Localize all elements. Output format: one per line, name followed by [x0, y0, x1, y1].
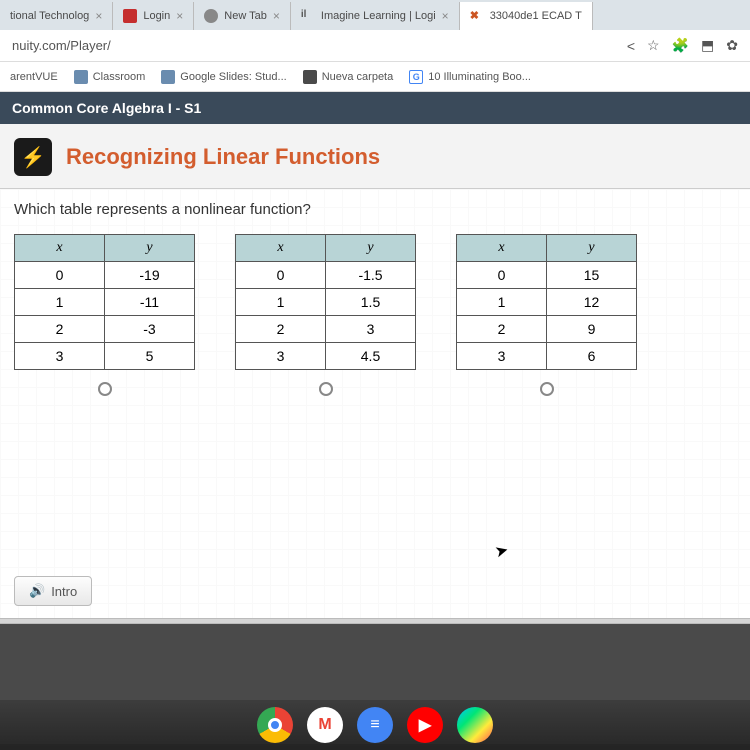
chrome-icon — [204, 9, 218, 23]
tab-label: New Tab — [224, 10, 267, 22]
imagine-icon: il — [301, 9, 315, 23]
col-x: x — [457, 235, 547, 262]
speaker-icon: 🔊 — [29, 583, 45, 599]
tab-imagine[interactable]: il Imagine Learning | Logi × — [291, 2, 460, 30]
lesson-icon[interactable]: ⚡ — [14, 138, 52, 176]
tab-label: tional Technolog — [10, 10, 89, 22]
youtube-app-icon[interactable]: ▶ — [407, 707, 443, 743]
tab-technolog[interactable]: tional Technolog × — [0, 2, 113, 30]
extension-icon[interactable]: ⬒ — [701, 37, 714, 54]
folder-icon — [303, 70, 317, 84]
table-3: xy 015 112 29 36 — [456, 234, 637, 370]
url-text[interactable]: nuity.com/Player/ — [12, 38, 111, 53]
close-icon[interactable]: × — [442, 9, 449, 23]
classroom-icon — [74, 70, 88, 84]
tab-label: Login — [143, 10, 170, 22]
edgenuity-icon: ✖ — [470, 9, 484, 23]
tab-login[interactable]: Login × — [113, 2, 194, 30]
tab-label: Imagine Learning | Logi — [321, 10, 436, 22]
tab-label: 33040de1 ECAD T — [490, 10, 582, 22]
table-1: xy 0-19 1-11 2-3 35 — [14, 234, 195, 370]
table-2: xy 0-1.5 11.5 23 34.5 — [235, 234, 416, 370]
radio-option-3[interactable] — [540, 382, 554, 396]
url-actions: < ☆ 🧩 ⬒ ✿ — [627, 37, 738, 54]
tab-new[interactable]: New Tab × — [194, 2, 291, 30]
google-icon: G — [409, 70, 423, 84]
radio-option-1[interactable] — [98, 382, 112, 396]
close-icon[interactable]: × — [273, 9, 280, 23]
star-icon[interactable]: ☆ — [647, 37, 660, 54]
course-title: Common Core Algebra I - S1 — [12, 100, 201, 116]
puzzle-icon[interactable]: 🧩 — [672, 37, 689, 54]
intro-label: Intro — [51, 584, 77, 599]
bookmark-label: 10 Illuminating Boo... — [428, 71, 531, 83]
intro-button[interactable]: 🔊 Intro — [14, 576, 92, 606]
url-bar: nuity.com/Player/ < ☆ 🧩 ⬒ ✿ — [0, 30, 750, 62]
extension-icon-2[interactable]: ✿ — [726, 37, 738, 54]
question-panel: Which table represents a nonlinear funct… — [0, 188, 750, 618]
col-y: y — [105, 235, 195, 262]
col-x: x — [236, 235, 326, 262]
lesson-header: ⚡ Try It Recognizing Linear Functions — [0, 138, 750, 188]
tab-active[interactable]: ✖ 33040de1 ECAD T — [460, 2, 593, 30]
bookmark-label: Google Slides: Stud... — [180, 71, 286, 83]
tab-strip: tional Technolog × Login × New Tab × il … — [0, 0, 750, 30]
content-area: ⚡ Try It Recognizing Linear Functions Wh… — [0, 124, 750, 624]
bolt-icon: ⚡ — [21, 145, 46, 170]
question-prompt: Which table represents a nonlinear funct… — [14, 201, 736, 218]
option-3: xy 015 112 29 36 — [456, 234, 637, 401]
bookmark-classroom[interactable]: Classroom — [74, 70, 146, 84]
bookmark-parentvue[interactable]: arentVUE — [10, 71, 58, 83]
play-app-icon[interactable] — [457, 707, 493, 743]
answer-options: xy 0-19 1-11 2-3 35 xy 0-1.5 11.5 23 34.… — [14, 234, 736, 401]
site-icon — [123, 9, 137, 23]
radio-option-2[interactable] — [319, 382, 333, 396]
bookmark-label: arentVUE — [10, 71, 58, 83]
bookmark-folder[interactable]: Nueva carpeta — [303, 70, 394, 84]
col-y: y — [547, 235, 637, 262]
bookmark-slides[interactable]: Google Slides: Stud... — [161, 70, 286, 84]
chrome-app-icon[interactable] — [257, 707, 293, 743]
gmail-app-icon[interactable]: M — [307, 707, 343, 743]
option-2: xy 0-1.5 11.5 23 34.5 — [235, 234, 416, 401]
close-icon[interactable]: × — [176, 9, 183, 23]
bookmark-label: Nueva carpeta — [322, 71, 394, 83]
col-y: y — [326, 235, 416, 262]
bookmark-illuminating[interactable]: G 10 Illuminating Boo... — [409, 70, 531, 84]
chrome-os-shelf: M ≡ ▶ — [0, 700, 750, 750]
slides-icon — [161, 70, 175, 84]
close-icon[interactable]: × — [95, 9, 102, 23]
share-icon[interactable]: < — [627, 38, 635, 54]
bookmarks-bar: arentVUE Classroom Google Slides: Stud..… — [0, 62, 750, 92]
course-header: Common Core Algebra I - S1 — [0, 92, 750, 124]
lesson-title: Recognizing Linear Functions — [66, 144, 380, 170]
bookmark-label: Classroom — [93, 71, 146, 83]
option-1: xy 0-19 1-11 2-3 35 — [14, 234, 195, 401]
docs-app-icon[interactable]: ≡ — [357, 707, 393, 743]
col-x: x — [15, 235, 105, 262]
